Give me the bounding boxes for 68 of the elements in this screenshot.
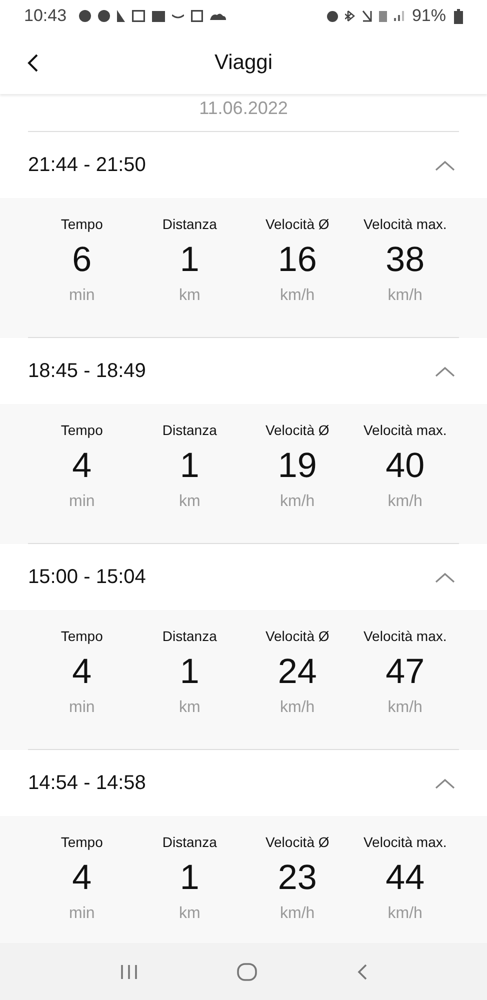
stat-label: Velocità Ø [265,834,330,850]
stat-label: Velocità max. [363,628,447,644]
stat-value: 16 [278,240,317,280]
cloud-icon [210,12,226,20]
stat-label: Distanza [162,216,217,232]
stat-unit: km [178,287,200,305]
chevron-icon[interactable] [435,778,455,788]
chevron-icon[interactable] [435,160,455,170]
stat-label: Distanza [162,422,217,438]
stat-value: 19 [278,446,317,486]
stat-unit: km/h [388,287,422,305]
chevron-icon[interactable] [435,572,455,582]
home-icon[interactable] [236,962,256,980]
stat-unit: min [68,905,95,923]
stat-unit: km [178,699,200,717]
chevron-icon[interactable] [435,366,455,376]
date-heading: 11.06.2022 [28,94,459,132]
recent-apps-icon[interactable] [120,964,138,980]
stat-value: 44 [386,858,425,898]
battery-icon [454,8,463,24]
stat-label: Velocità Ø [265,216,330,232]
bluetooth-icon [344,10,355,22]
stat-value: 1 [180,858,200,898]
stat-label: Tempo [60,628,103,644]
stat-value: 38 [386,240,425,280]
stat-label: Velocità Ø [265,422,330,438]
stat-unit: min [68,287,95,305]
stat-unit: km/h [280,905,315,923]
trip-time-range: 18:45 - 18:49 [28,360,146,382]
status-time: 10:43 [24,6,67,26]
stat-label: Velocità Ø [265,628,330,644]
stat-unit: km/h [388,905,422,923]
back-icon[interactable] [27,53,39,73]
stat-unit: km/h [388,493,422,511]
stat-label: Velocità max. [363,216,447,232]
stat-unit: min [68,699,95,717]
stat-value: 4 [72,652,92,692]
stat-value: 1 [180,240,200,280]
page-title: Viaggi [214,51,272,75]
stat-label: Tempo [60,216,103,232]
stat-label: Distanza [162,628,217,644]
stat-value: 1 [180,652,200,692]
trip-time-range: 15:00 - 15:04 [28,566,146,588]
stat-unit: km/h [280,493,315,511]
stat-label: Velocità max. [363,834,447,850]
stat-value: 6 [72,240,92,280]
stat-unit: km/h [280,287,315,305]
stat-label: Velocità max. [363,422,447,438]
trip-time-range: 21:44 - 21:50 [28,154,146,176]
curve-icon [172,14,184,18]
stat-unit: km/h [388,699,422,717]
stat-value: 40 [386,446,425,486]
stat-value: 47 [386,652,425,692]
stat-label: Tempo [60,834,103,850]
stat-value: 4 [72,858,92,898]
stat-value: 1 [180,446,200,486]
stat-label: Tempo [60,422,103,438]
stat-unit: min [68,493,95,511]
stat-unit: km [178,493,200,511]
stat-value: 23 [278,858,317,898]
battery-percentage: 91% [412,6,446,26]
trip-time-range: 14:54 - 14:58 [28,772,146,794]
stat-value: 4 [72,446,92,486]
stat-unit: km/h [280,699,315,717]
stat-unit: km [178,905,200,923]
stat-value: 24 [278,652,317,692]
signal-icon [394,11,404,21]
stat-label: Distanza [162,834,217,850]
